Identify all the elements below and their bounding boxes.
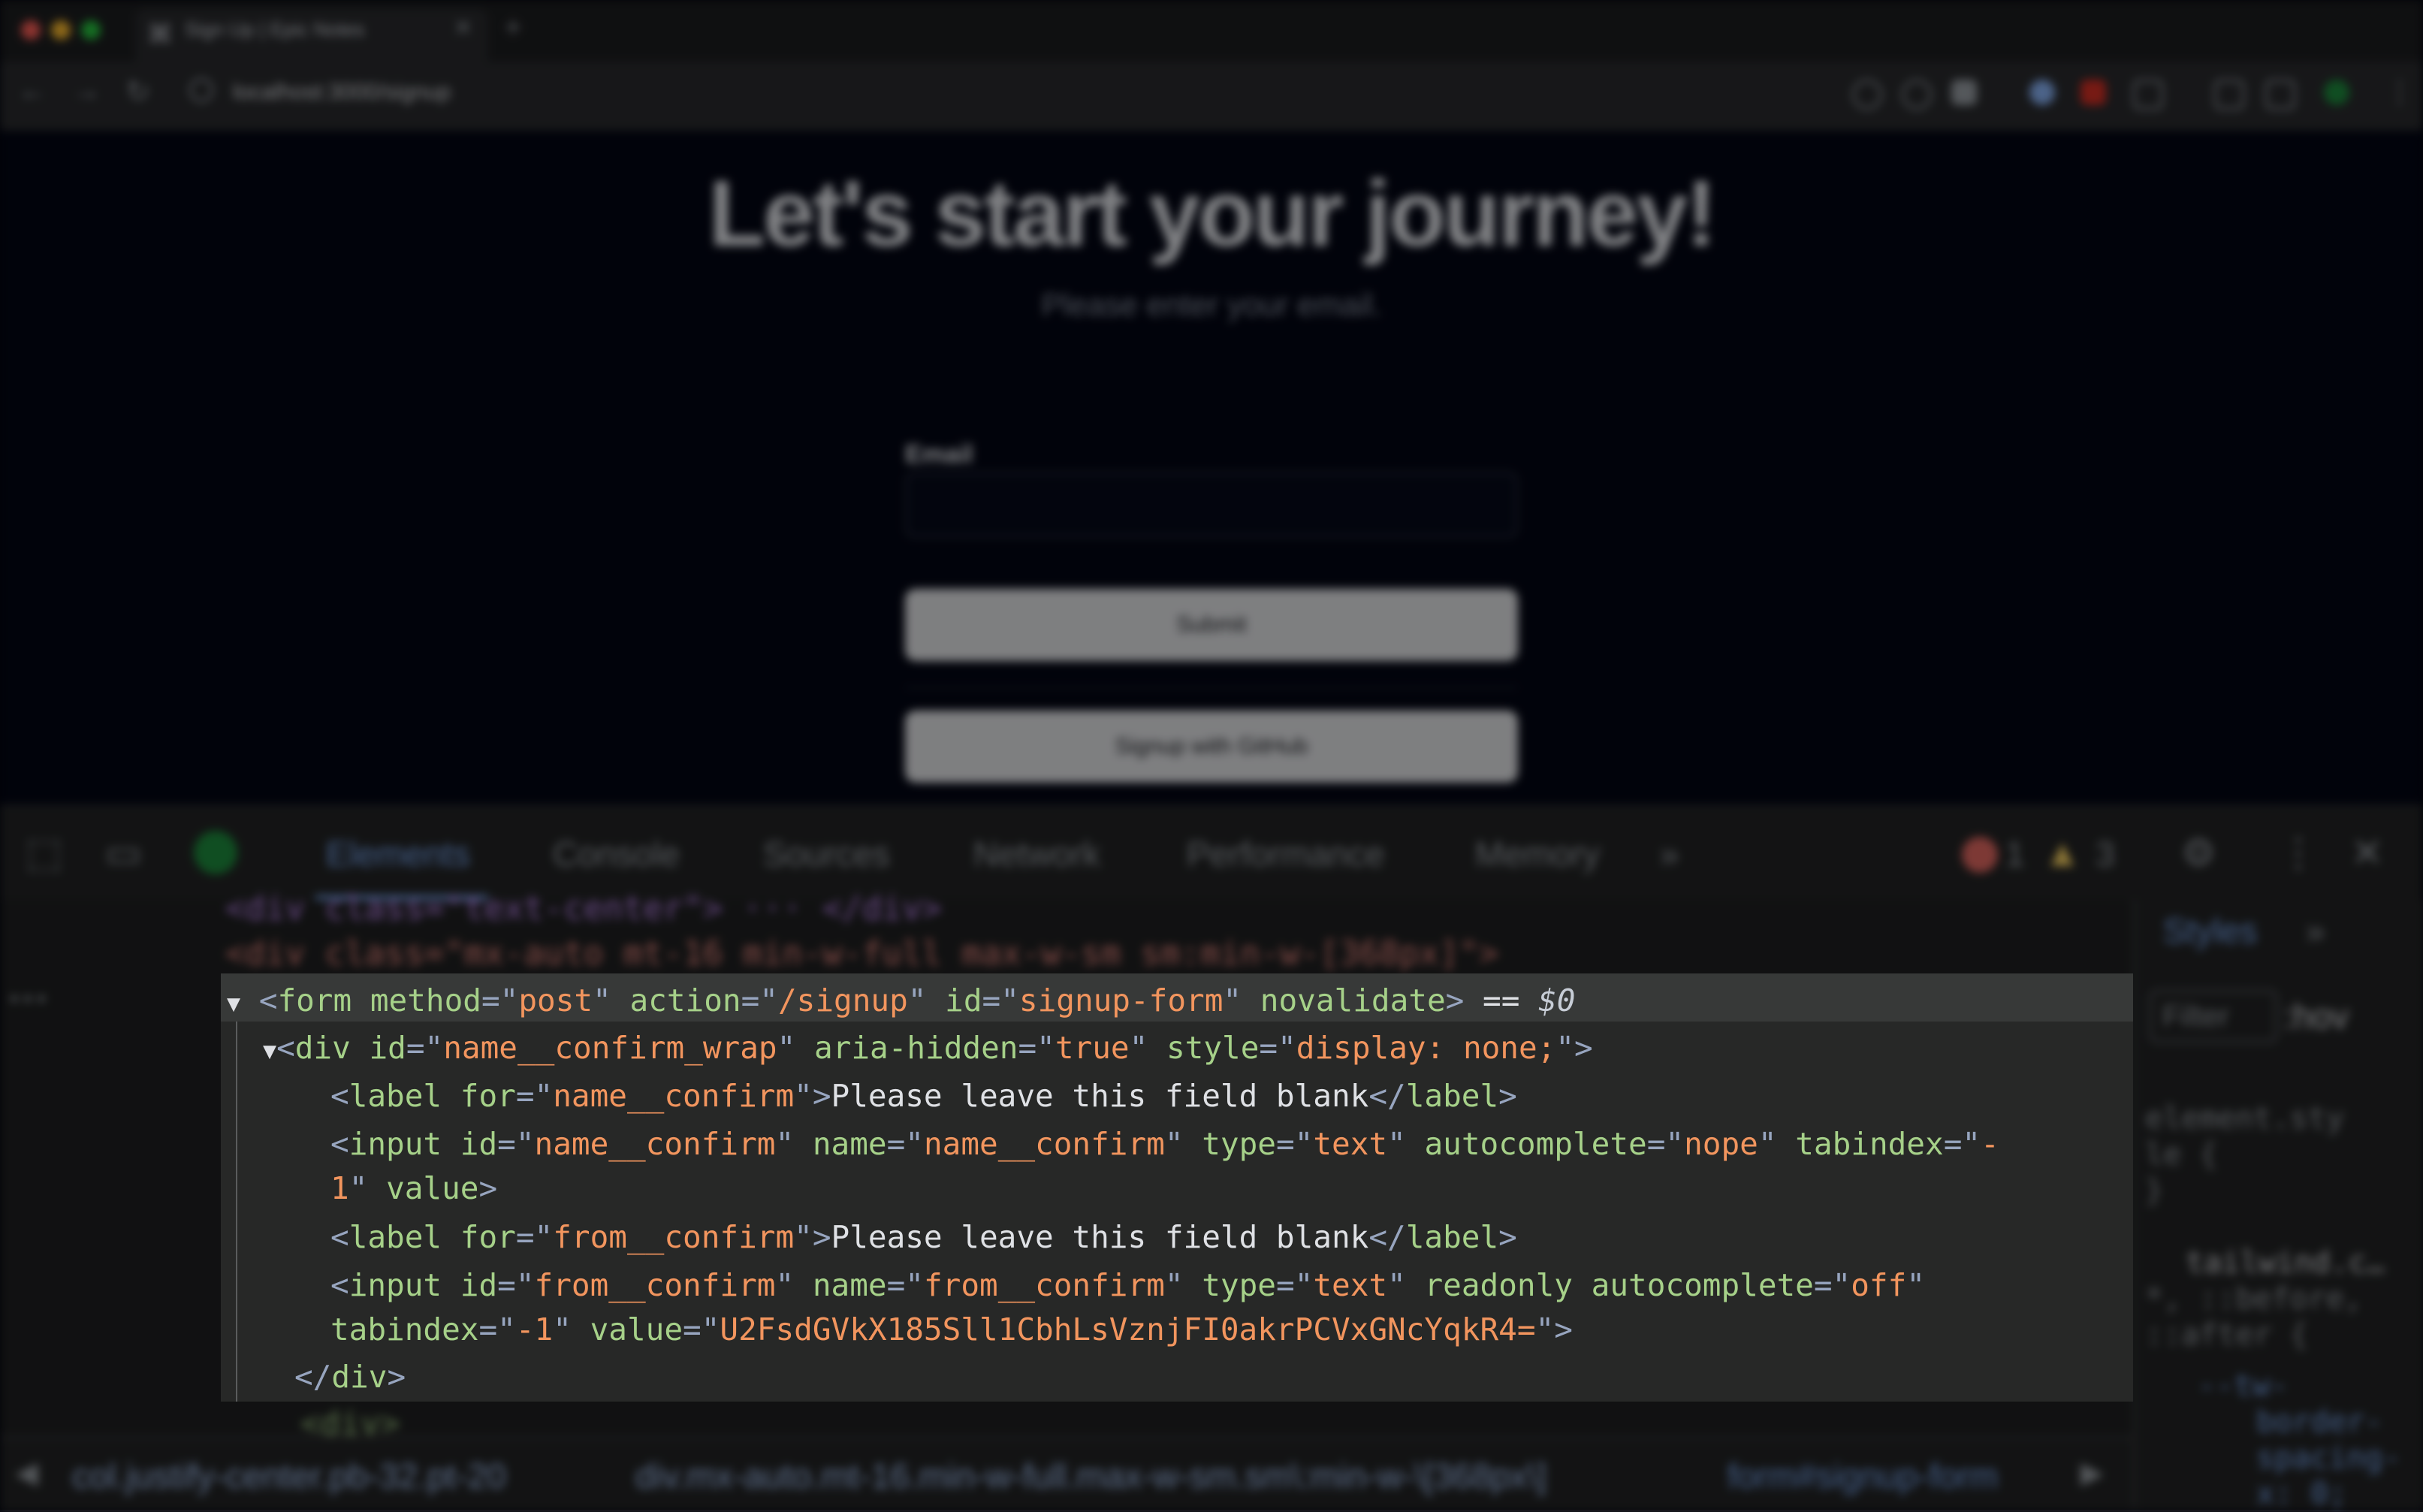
code-zoom-panel: ▼ <form method="post" action="/signup" i… <box>221 973 2133 1402</box>
input-node-line-wrap[interactable]: 1" value> <box>330 1170 497 1206</box>
expand-triangle-icon[interactable]: ▼ <box>227 991 240 1017</box>
div-close-line[interactable]: </div> <box>294 1359 406 1395</box>
input-node-line-wrap[interactable]: tabindex="-1" value="U2FsdGVkX185Sll1Cbh… <box>330 1311 1573 1348</box>
label-node-line[interactable]: <label for="from__confirm">Please leave … <box>330 1219 1517 1255</box>
expand-triangle-icon[interactable]: ▼ <box>263 1038 276 1064</box>
selected-element-marker: $0 <box>1538 982 1576 1019</box>
indent-guide <box>236 1022 237 1402</box>
input-node-line[interactable]: <input id="from__confirm" name="from__co… <box>330 1267 1925 1303</box>
input-node-line[interactable]: <input id="name__confirm" name="name__co… <box>330 1126 1999 1162</box>
form-node-line[interactable]: ▼ <form method="post" action="/signup" i… <box>227 982 1575 1019</box>
div-node-line[interactable]: ▼<div id="name__confirm_wrap" aria-hidde… <box>263 1030 1593 1066</box>
label-node-line[interactable]: <label for="name__confirm">Please leave … <box>330 1078 1517 1114</box>
